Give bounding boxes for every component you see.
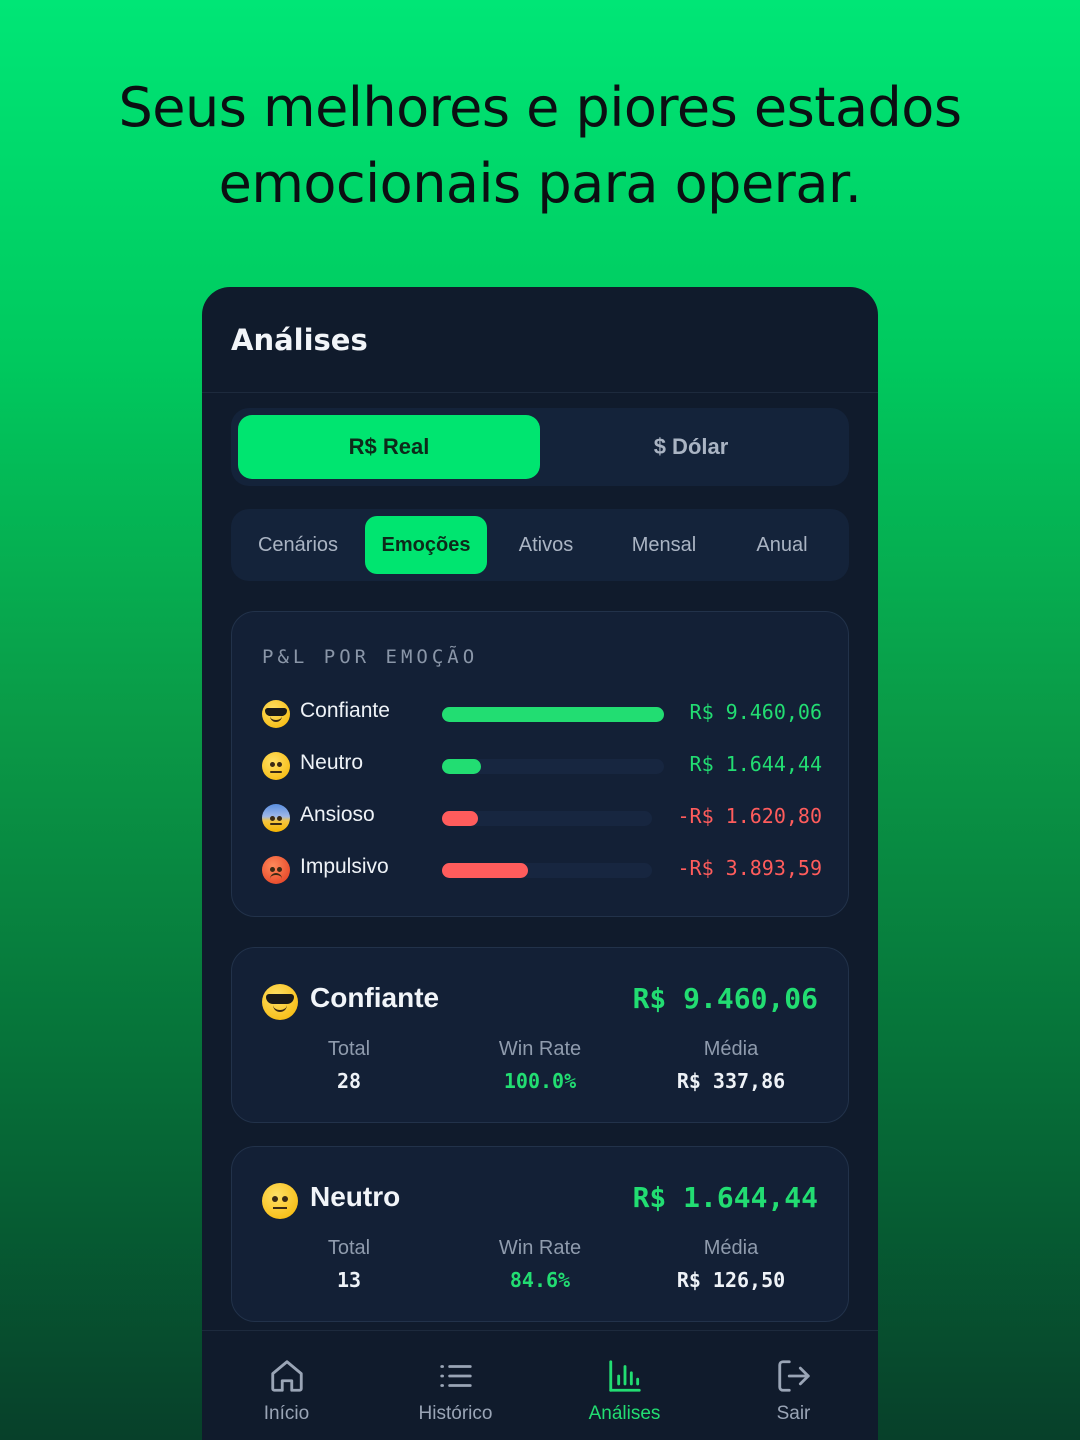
tab-mensal[interactable]: Mensal	[605, 516, 723, 574]
home-icon	[270, 1360, 303, 1392]
stat-label: Win Rate	[498, 1237, 582, 1259]
nav-item-analises[interactable]: Análises	[540, 1331, 709, 1440]
sunglasses-face-icon	[262, 984, 298, 1020]
emotion-total-value: R$ 9.460,06	[632, 982, 818, 1015]
stat-label: Total	[327, 1237, 371, 1259]
bottom-nav: Início Histórico Análises Sair	[202, 1330, 878, 1440]
stat-label: Total	[327, 1038, 371, 1060]
tab-cenarios[interactable]: Cenários	[237, 516, 359, 574]
nav-item-inicio[interactable]: Início	[202, 1331, 371, 1440]
emotion-card-neutro[interactable]: Neutro R$ 1.644,44 Total 13 Win Rate 84.…	[231, 1146, 849, 1322]
pnl-bar-track	[442, 863, 652, 878]
stat-media: Média R$ 126,50	[636, 1237, 826, 1292]
currency-toggle: R$ Real $ Dólar	[231, 408, 849, 486]
pnl-row-label: Impulsivo	[300, 855, 389, 878]
nav-label: Histórico	[418, 1403, 493, 1424]
pnl-row-value: -R$ 3.893,59	[677, 856, 823, 880]
stat-value: 13	[336, 1268, 362, 1292]
stat-total: Total 13	[254, 1237, 444, 1292]
pnl-row-label: Neutro	[300, 751, 364, 774]
sunglasses-face-icon	[262, 700, 290, 728]
stat-media: Média R$ 337,86	[636, 1038, 826, 1093]
pnl-by-emotion-card: P&L POR EMOÇÃO Confiante R$ 9.460,06 Neu…	[231, 611, 849, 917]
tab-emocoes[interactable]: Emoções	[365, 516, 487, 574]
stat-value: 100.0%	[503, 1069, 577, 1093]
page-title: Análises	[231, 322, 368, 357]
emotion-total-value: R$ 1.644,44	[632, 1181, 818, 1214]
phone-screen: Análises R$ Real $ Dólar Cenários Emoçõe…	[202, 287, 878, 1440]
tab-anual[interactable]: Anual	[723, 516, 841, 574]
emotion-card-confiante[interactable]: Confiante R$ 9.460,06 Total 28 Win Rate …	[231, 947, 849, 1123]
stat-value: R$ 337,86	[676, 1069, 786, 1093]
headline: Seus melhores e piores estados emocionai…	[0, 70, 1080, 222]
pnl-bar-track	[442, 707, 664, 722]
pnl-row-value: -R$ 1.620,80	[677, 804, 823, 828]
stat-value: 84.6%	[509, 1268, 571, 1292]
stat-value: 28	[336, 1069, 362, 1093]
angry-face-icon	[262, 856, 290, 884]
nav-label: Sair	[776, 1403, 811, 1424]
nav-label: Análises	[588, 1403, 661, 1424]
stat-winrate: Win Rate 100.0%	[445, 1038, 635, 1093]
anxious-face-icon	[262, 804, 290, 832]
analysis-tabs: Cenários Emoções Ativos Mensal Anual	[231, 509, 849, 581]
tab-ativos[interactable]: Ativos	[487, 516, 605, 574]
pnl-bar-fill	[442, 707, 664, 722]
pnl-bar-fill	[442, 759, 481, 774]
bar-chart-icon	[608, 1360, 641, 1392]
nav-item-sair[interactable]: Sair	[709, 1331, 878, 1440]
pnl-row: Confiante R$ 9.460,06	[262, 696, 822, 732]
currency-dollar-button[interactable]: $ Dólar	[540, 415, 842, 479]
stat-value: R$ 126,50	[676, 1268, 786, 1292]
stat-label: Média	[703, 1038, 759, 1060]
emotion-name: Neutro	[310, 1181, 401, 1212]
pnl-bar-fill	[442, 811, 478, 826]
pnl-bar-track	[442, 759, 664, 774]
pnl-row-value: R$ 9.460,06	[689, 700, 822, 724]
emotion-name: Confiante	[310, 982, 440, 1013]
nav-item-historico[interactable]: Histórico	[371, 1331, 540, 1440]
stat-label: Média	[703, 1237, 759, 1259]
neutral-face-icon	[262, 1183, 298, 1219]
neutral-face-icon	[262, 752, 290, 780]
list-icon	[439, 1365, 472, 1387]
stat-total: Total 28	[254, 1038, 444, 1093]
nav-label: Início	[263, 1403, 310, 1424]
stat-winrate: Win Rate 84.6%	[445, 1237, 635, 1292]
headline-line-1: Seus melhores e piores estados	[118, 76, 962, 139]
logout-icon	[777, 1360, 810, 1392]
pnl-row-value: R$ 1.644,44	[689, 752, 822, 776]
pnl-row: Neutro R$ 1.644,44	[262, 748, 822, 784]
pnl-title: P&L POR EMOÇÃO	[262, 646, 479, 668]
pnl-bar-track	[442, 811, 652, 826]
pnl-row: Impulsivo -R$ 3.893,59	[262, 852, 822, 888]
stat-label: Win Rate	[498, 1038, 582, 1060]
pnl-row-label: Confiante	[300, 699, 390, 722]
headline-line-2: emocionais para operar.	[218, 152, 862, 215]
pnl-bar-fill	[442, 863, 529, 878]
pnl-row-label: Ansioso	[300, 803, 375, 826]
app-header: Análises	[202, 287, 878, 393]
currency-real-button[interactable]: R$ Real	[238, 415, 540, 479]
pnl-row: Ansioso -R$ 1.620,80	[262, 800, 822, 836]
